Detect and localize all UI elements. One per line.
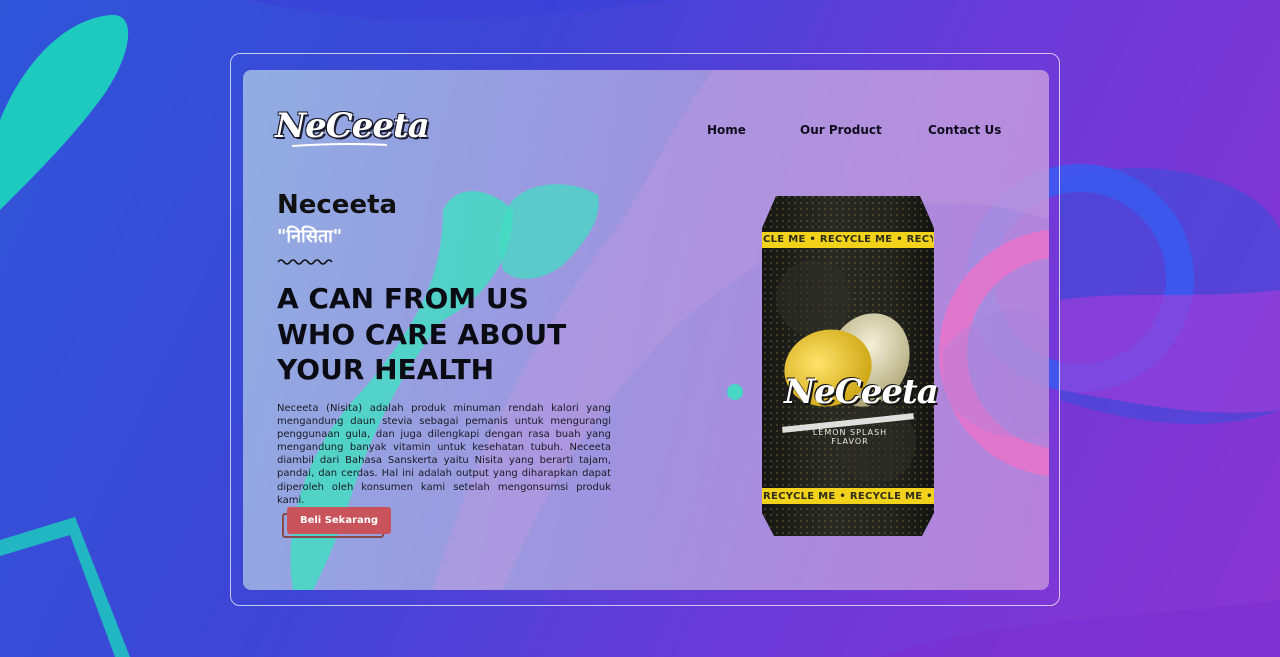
headline-line-2: WHO CARE ABOUT [277,317,567,351]
hero-headline: A CAN FROM US WHO CARE ABOUT YOUR HEALTH [277,281,597,388]
headline-line-3: YOUR HEALTH [277,353,495,386]
headline-line-1: A CAN FROM US [277,282,529,315]
can-logo: NeCeeta [784,372,939,412]
hero-description: Neceeta (Nisita) adalah produk minuman r… [277,403,611,506]
buy-now-button[interactable]: Beli Sekarang [287,507,391,534]
squiggle-divider [277,259,333,265]
nav-home[interactable]: Home [707,123,746,137]
logo-underline [292,143,387,147]
brand-name: Neceeta [277,190,398,220]
nav-our-product[interactable]: Our Product [800,123,882,137]
can-band-bottom: RECYCLE ME • RECYCLE ME • R [763,491,933,502]
nav-contact-us[interactable]: Contact Us [928,123,1001,137]
can-band-top: CLE ME • RECYCLE ME • RECY [763,234,933,245]
main-nav: Home Our Product Contact Us [0,123,1280,143]
brand-native-name: "निसिता" [277,226,343,247]
can-flavor-label: LEMON SPLASH FLAVOR [812,428,888,446]
